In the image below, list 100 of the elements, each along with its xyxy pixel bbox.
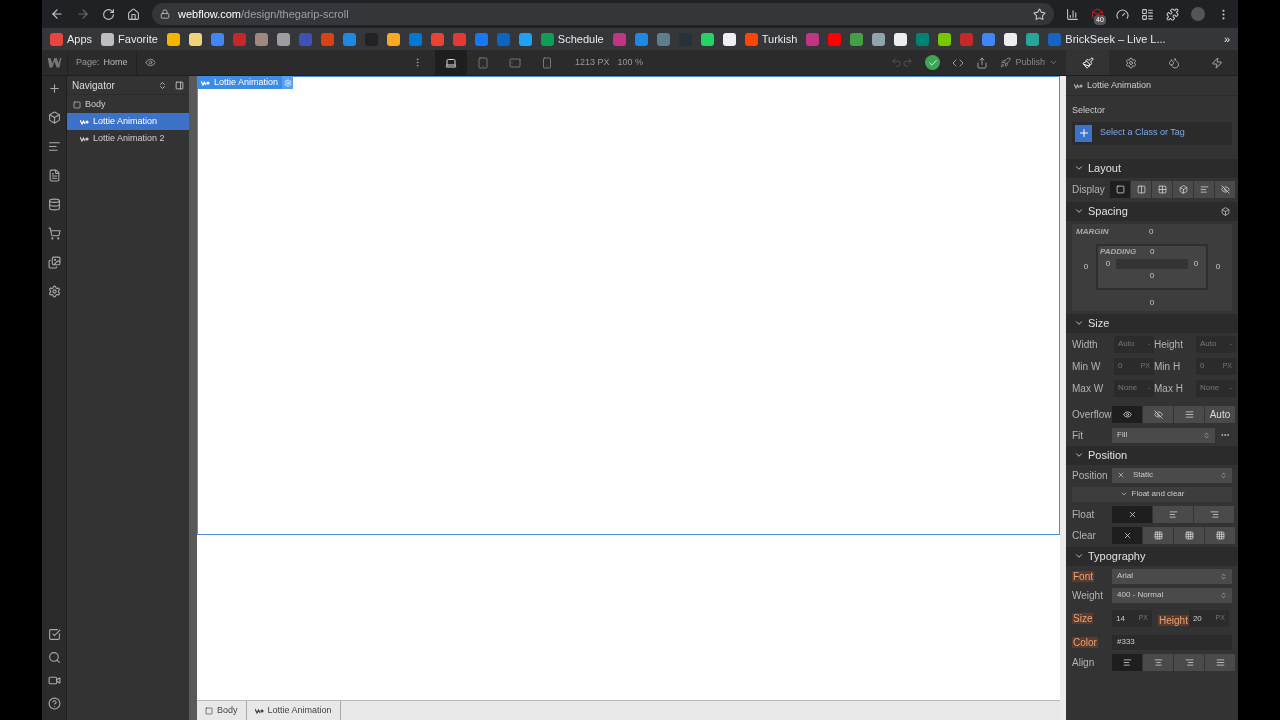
option-button[interactable]: [1112, 653, 1142, 671]
navigator-item[interactable]: Lottie Animation 2: [67, 130, 189, 147]
section-title[interactable]: Layout: [1088, 159, 1122, 177]
option-button[interactable]: [1152, 181, 1172, 198]
navigator-item[interactable]: Lottie Animation: [67, 113, 189, 130]
navigator-item[interactable]: Body: [67, 96, 189, 113]
spacing-toggle-icon[interactable]: [1221, 206, 1230, 216]
element-settings-button[interactable]: [282, 76, 294, 89]
option-button[interactable]: [1112, 405, 1142, 423]
bookmark-link[interactable]: Favorite: [118, 30, 158, 48]
address-bar[interactable]: webflow.com/design/thegarip-scroll: [152, 3, 1054, 25]
option-button[interactable]: [1131, 181, 1151, 198]
collapse-caret-icon[interactable]: [1074, 551, 1084, 561]
sidebar-tool-icon[interactable]: [47, 285, 61, 298]
color-field[interactable]: #333: [1112, 634, 1232, 650]
option-button[interactable]: [1143, 405, 1173, 423]
selector-field[interactable]: Select a Class or Tag: [1072, 121, 1232, 145]
back-icon[interactable]: [50, 7, 64, 21]
spacing-value[interactable]: 0: [1149, 246, 1191, 258]
option-button[interactable]: Auto: [1205, 405, 1235, 423]
option-button[interactable]: [1205, 653, 1235, 671]
reload-icon[interactable]: [102, 7, 115, 21]
bookmark-link[interactable]: BrickSeek – Live L...: [1065, 30, 1166, 48]
option-button[interactable]: [1174, 653, 1204, 671]
more-bookmarks[interactable]: »: [1223, 30, 1230, 48]
expand-collapse-icon[interactable]: [158, 80, 167, 90]
spacing-value[interactable]: 0: [1076, 261, 1096, 273]
property-label: Height: [1158, 614, 1189, 626]
bookmark-icon[interactable]: [518, 32, 532, 46]
spacing-value[interactable]: 0: [1208, 261, 1228, 273]
extension-icon[interactable]: [1141, 7, 1154, 21]
float-clear-toggle[interactable]: Float and clear: [1072, 486, 1232, 502]
option-button[interactable]: [1143, 653, 1173, 671]
option-button[interactable]: [1194, 505, 1234, 523]
pin-panel-icon[interactable]: [175, 80, 184, 90]
option-button[interactable]: [1215, 181, 1235, 198]
option-button[interactable]: [1174, 526, 1204, 544]
option-button[interactable]: [1110, 181, 1130, 198]
page-name[interactable]: Home: [103, 55, 128, 70]
bookmark-icon[interactable]: [894, 32, 908, 46]
publish-button[interactable]: Publish: [1000, 55, 1058, 70]
sidebar-tool-icon[interactable]: [47, 256, 61, 269]
home-icon[interactable]: [127, 7, 140, 21]
fit-select[interactable]: Fill: [1112, 427, 1215, 443]
font-select[interactable]: Arial: [1112, 568, 1232, 584]
bookmark-link[interactable]: Schedule: [557, 30, 604, 48]
bookmark-icon[interactable]: [1004, 32, 1018, 46]
option-button[interactable]: [1205, 526, 1235, 544]
spacing-value[interactable]: 0: [1188, 258, 1204, 270]
spacing-value[interactable]: 0: [1149, 270, 1155, 282]
export-icon[interactable]: [976, 56, 989, 69]
sidebar-tool-icon[interactable]: [47, 169, 61, 182]
sidebar-tool-icon[interactable]: [47, 82, 61, 95]
breadcrumb-item[interactable]: Lottie Animation: [246, 701, 341, 720]
sidebar-tool-icon[interactable]: [47, 111, 61, 124]
bookmark-icon[interactable]: [722, 32, 736, 46]
section-title[interactable]: Size: [1088, 314, 1110, 332]
sidebar-tool-icon[interactable]: [47, 628, 61, 641]
sidebar-tool-icon[interactable]: [47, 674, 61, 687]
bookmark-star-icon[interactable]: [1033, 7, 1046, 21]
profile-avatar[interactable]: [1191, 7, 1205, 21]
panel-title: Navigator: [72, 78, 116, 93]
sidebar-tool-icon[interactable]: [47, 198, 61, 211]
extension-icon[interactable]: [1066, 7, 1079, 21]
bookmark-icon[interactable]: [938, 32, 952, 46]
bookmark-icon[interactable]: [101, 32, 115, 46]
breadcrumb-item[interactable]: Body: [197, 701, 247, 720]
bookmark-icon[interactable]: [188, 32, 202, 46]
clear-icon: [1184, 530, 1194, 540]
sidebar-tool-icon[interactable]: [47, 697, 61, 710]
collapse-caret-icon[interactable]: [1074, 450, 1084, 460]
bookmark-icon[interactable]: [700, 32, 714, 46]
option-button[interactable]: [1153, 505, 1193, 523]
bookmark-link[interactable]: Apps: [67, 30, 93, 48]
option-button[interactable]: [1143, 526, 1173, 544]
option-button[interactable]: [1174, 405, 1204, 423]
sidebar-tool-icon[interactable]: [47, 227, 61, 240]
collapse-caret-icon[interactable]: [1074, 163, 1084, 173]
device-button[interactable]: [435, 50, 467, 75]
extensions-icon[interactable]: [1166, 7, 1179, 21]
position-select[interactable]: Static: [1112, 467, 1232, 483]
collapse-caret-icon[interactable]: [1074, 206, 1084, 216]
sidebar-tool-icon[interactable]: [47, 140, 61, 153]
collapse-caret-icon[interactable]: [1074, 318, 1084, 328]
spacing-value[interactable]: 0: [1149, 225, 1188, 238]
bookmark-icon[interactable]: [872, 32, 886, 46]
webflow-logo[interactable]: [47, 57, 62, 68]
extension-icon[interactable]: [1116, 7, 1129, 21]
bookmark-icon[interactable]: [386, 32, 400, 46]
spacing-value[interactable]: 0: [1149, 296, 1155, 309]
bookmark-link[interactable]: Turkish: [761, 30, 798, 48]
sidebar-tool-icon[interactable]: [47, 651, 61, 664]
bookmark-icon[interactable]: [276, 32, 290, 46]
option-button[interactable]: [1173, 181, 1193, 198]
preview-icon[interactable]: [144, 57, 156, 68]
spacing-value[interactable]: 0: [1100, 258, 1116, 270]
panel-tab[interactable]: [1066, 50, 1109, 75]
forward-icon[interactable]: [76, 7, 90, 21]
font-select[interactable]: 400 - Normal: [1112, 587, 1232, 603]
bookmark-icon[interactable]: [166, 32, 180, 46]
